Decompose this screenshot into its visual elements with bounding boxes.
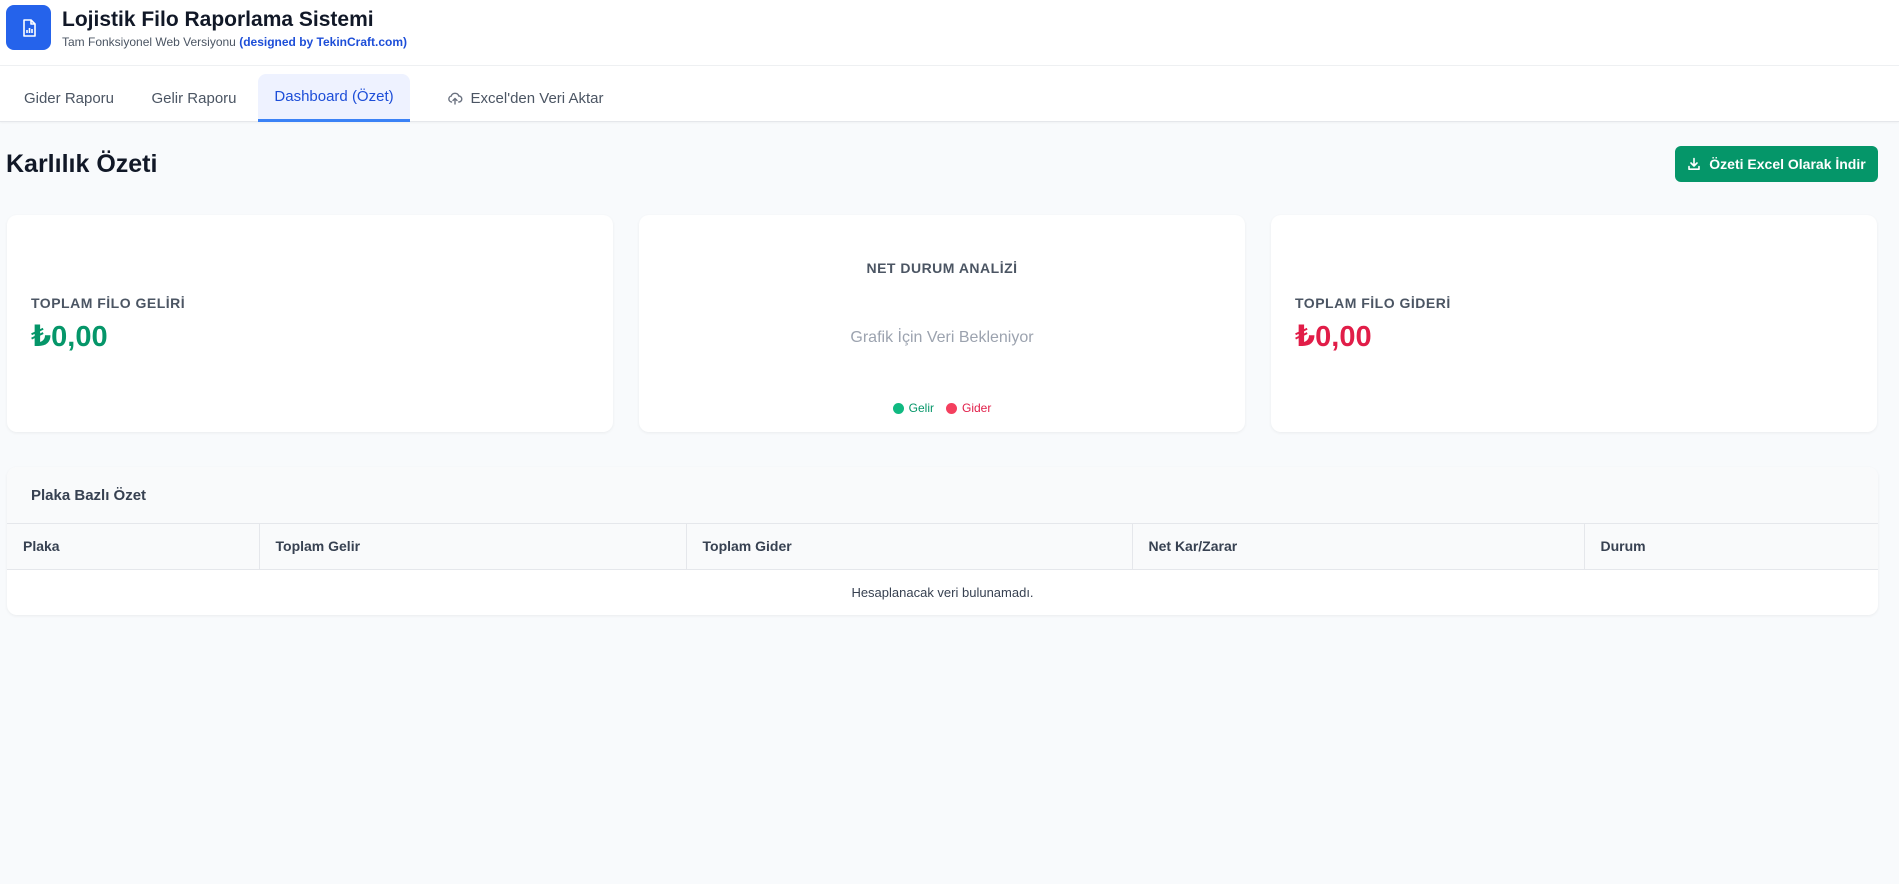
cloud-upload-icon xyxy=(447,92,462,105)
app-subtitle-text: Tam Fonksiyonel Web Versiyonu xyxy=(62,35,236,49)
legend-dot-icon xyxy=(892,402,904,414)
column-header-durum[interactable]: Durum xyxy=(1584,524,1878,570)
chart-legend: Gelir Gider xyxy=(639,401,1245,415)
expense-label: TOPLAM FİLO GİDERİ xyxy=(1295,295,1451,311)
report-document-icon xyxy=(6,5,51,50)
tab-gelir-raporu[interactable]: Gelir Raporu xyxy=(134,74,254,122)
download-excel-button[interactable]: Özeti Excel Olarak İndir xyxy=(1675,146,1878,182)
income-value: ₺0,00 xyxy=(31,321,108,353)
legend-label: Gider xyxy=(962,401,992,415)
column-header-plaka[interactable]: Plaka xyxy=(7,524,260,570)
legend-item-gider[interactable]: Gider xyxy=(946,401,991,415)
tab-label: Gelir Raporu xyxy=(151,89,237,107)
app-header: Lojistik Filo Raporlama Sistemi Tam Fonk… xyxy=(0,0,1899,66)
download-button-label: Özeti Excel Olarak İndir xyxy=(1709,156,1866,172)
legend-label: Gelir xyxy=(908,401,934,415)
tab-label: Gider Raporu xyxy=(23,89,115,107)
chart-title: NET DURUM ANALİZİ xyxy=(866,260,1018,276)
download-icon xyxy=(1688,157,1701,170)
panel-title: Plaka Bazlı Özet xyxy=(31,487,147,504)
tab-label: Excel'den Veri Aktar xyxy=(470,89,604,107)
income-label: TOPLAM FİLO GELİRİ xyxy=(31,295,186,311)
table-row: Hesaplanacak veri bulunamadı. xyxy=(7,569,1878,615)
legend-dot-icon xyxy=(946,402,957,414)
column-header-toplam-gelir[interactable]: Toplam Gelir xyxy=(259,524,687,570)
designer-credit-link[interactable]: (designed by TekinCraft.com) xyxy=(239,35,407,49)
empty-table-message: Hesaplanacak veri bulunamadı. xyxy=(851,584,1034,600)
column-header-net-kar-zarar[interactable]: Net Kar/Zarar xyxy=(1132,524,1585,570)
app-subtitle: Tam Fonksiyonel Web Versiyonu (designed … xyxy=(62,35,407,49)
tab-excel-import[interactable]: Excel'den Veri Aktar xyxy=(440,74,610,122)
column-header-toplam-gider[interactable]: Toplam Gider xyxy=(686,524,1133,570)
panel-header: Plaka Bazlı Özet xyxy=(7,467,1878,524)
tab-dashboard[interactable]: Dashboard (Özet) xyxy=(258,74,410,122)
plate-summary-panel: Plaka Bazlı Özet Plaka Toplam Gelir Topl… xyxy=(7,467,1878,615)
tab-gider-raporu[interactable]: Gider Raporu xyxy=(4,74,134,122)
app-title: Lojistik Filo Raporlama Sistemi xyxy=(62,8,374,31)
income-card: TOPLAM FİLO GELİRİ ₺0,00 xyxy=(7,215,613,432)
legend-item-gelir[interactable]: Gelir xyxy=(892,401,934,415)
tab-label: Dashboard (Özet) xyxy=(274,88,394,105)
chart-placeholder: Grafik İçin Veri Bekleniyor xyxy=(850,329,1034,346)
plate-summary-table: Plaka Toplam Gelir Toplam Gider Net Kar/… xyxy=(7,524,1878,615)
page-title: Karlılık Özeti xyxy=(6,150,158,178)
expense-card: TOPLAM FİLO GİDERİ ₺0,00 xyxy=(1271,215,1877,432)
tab-bar: Gider Raporu Gelir Raporu Dashboard (Öze… xyxy=(0,66,1899,122)
expense-value: ₺0,00 xyxy=(1295,321,1372,353)
net-status-chart-card: NET DURUM ANALİZİ Grafik İçin Veri Bekle… xyxy=(639,215,1245,432)
table-header-row: Plaka Toplam Gelir Toplam Gider Net Kar/… xyxy=(7,524,1878,570)
